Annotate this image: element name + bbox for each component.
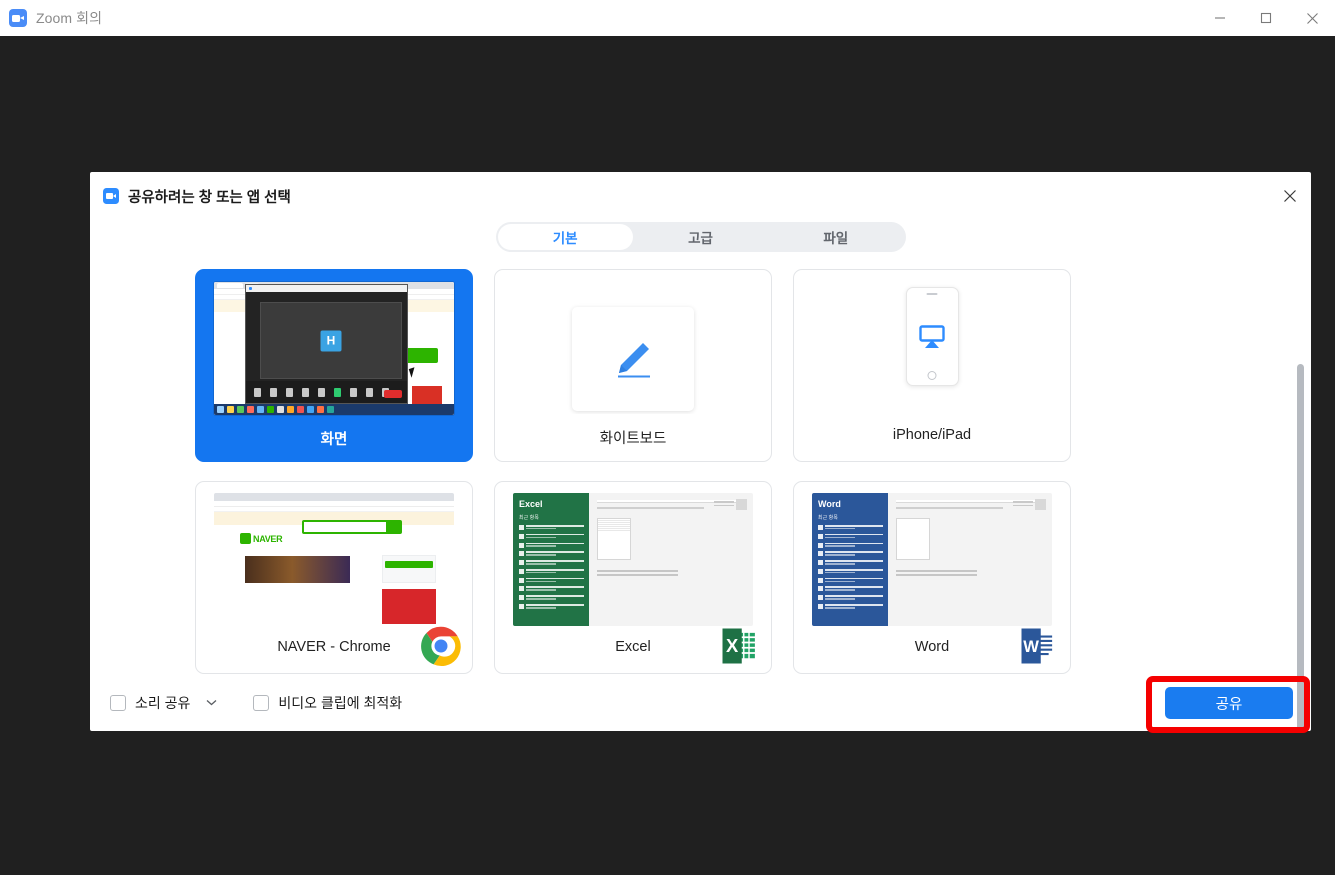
share-card-label: Word	[914, 639, 950, 655]
svg-text:W: W	[1023, 637, 1039, 656]
dialog-header: 공유하려는 창 또는 앱 선택	[90, 178, 1311, 214]
share-audio-option[interactable]: 소리 공유	[110, 693, 219, 713]
share-card-label: 화면	[320, 432, 348, 448]
excel-recent-label: 최근 항목	[519, 515, 539, 521]
app-title: Zoom 회의	[36, 10, 103, 26]
zoom-camera-icon	[9, 9, 27, 27]
tab-basic[interactable]: 기본	[497, 224, 633, 250]
share-card-screen[interactable]: H 화면	[195, 269, 473, 462]
dialog-close-button[interactable]	[1269, 179, 1311, 213]
chrome-logo-icon	[420, 625, 462, 667]
chevron-down-icon[interactable]	[203, 697, 219, 709]
word-recent-label: 최근 항목	[818, 515, 838, 521]
excel-brand-label: Excel	[519, 499, 543, 509]
iphone-ipad-thumbnail	[812, 281, 1052, 414]
maximize-button[interactable]	[1243, 0, 1289, 36]
excel-logo-icon: X	[719, 625, 761, 667]
share-card-label: iPhone/iPad	[892, 427, 972, 443]
close-button[interactable]	[1289, 0, 1335, 36]
share-button[interactable]: 공유	[1165, 687, 1293, 719]
share-mode-tabs: 기본 고급 파일	[495, 222, 906, 252]
app-title-bar: Zoom 회의	[0, 0, 1335, 36]
optimize-video-option[interactable]: 비디오 클립에 최적화	[253, 693, 402, 713]
share-button-area: 공유	[1165, 687, 1293, 719]
zoom-camera-icon	[103, 188, 119, 204]
svg-text:X: X	[726, 635, 739, 656]
share-card-label: Excel	[615, 639, 651, 655]
word-logo-icon: W	[1018, 625, 1060, 667]
share-sources-grid: H 화면 화이트보드 iPhone/iPad NAVER NAVER - Chr…	[90, 269, 1311, 674]
share-card-naver-chrome[interactable]: NAVER NAVER - Chrome	[195, 481, 473, 674]
word-thumbnail: Word 최근 항목	[812, 493, 1052, 626]
participant-avatar-initial: H	[320, 330, 342, 351]
excel-thumbnail: Excel 최근 항목	[513, 493, 753, 626]
tab-advanced[interactable]: 고급	[633, 224, 768, 250]
share-audio-label: 소리 공유	[135, 695, 191, 711]
optimize-video-checkbox[interactable]	[253, 695, 270, 711]
airplay-icon	[919, 324, 945, 348]
window-controls	[1197, 0, 1335, 36]
share-selection-dialog: 공유하려는 창 또는 앱 선택 기본 고급 파일 H 화면 화이트보드 iPho…	[90, 172, 1311, 731]
share-card-iphone-ipad[interactable]: iPhone/iPad	[793, 269, 1071, 462]
pencil-icon	[618, 343, 650, 378]
whiteboard-thumbnail	[513, 281, 753, 414]
tab-files[interactable]: 파일	[768, 224, 903, 250]
share-card-excel[interactable]: Excel 최근 항목 Excel X	[494, 481, 772, 674]
dialog-footer: 소리 공유 비디오 클립에 최적화 공유	[90, 675, 1311, 731]
share-audio-checkbox[interactable]	[110, 695, 126, 711]
word-brand-label: Word	[818, 499, 841, 509]
share-card-label: NAVER - Chrome	[277, 639, 391, 655]
naver-chrome-thumbnail: NAVER	[214, 493, 454, 626]
optimize-video-label: 비디오 클립에 최적화	[278, 695, 403, 711]
screen-thumbnail: H	[214, 282, 454, 415]
dialog-title: 공유하려는 창 또는 앱 선택	[128, 189, 291, 206]
minimize-button[interactable]	[1197, 0, 1243, 36]
share-sources-area: H 화면 화이트보드 iPhone/iPad NAVER NAVER - Chr…	[90, 269, 1311, 731]
share-card-label: 화이트보드	[599, 431, 667, 447]
share-card-word[interactable]: Word 최근 항목 Word W	[793, 481, 1071, 674]
share-card-whiteboard[interactable]: 화이트보드	[494, 269, 772, 462]
